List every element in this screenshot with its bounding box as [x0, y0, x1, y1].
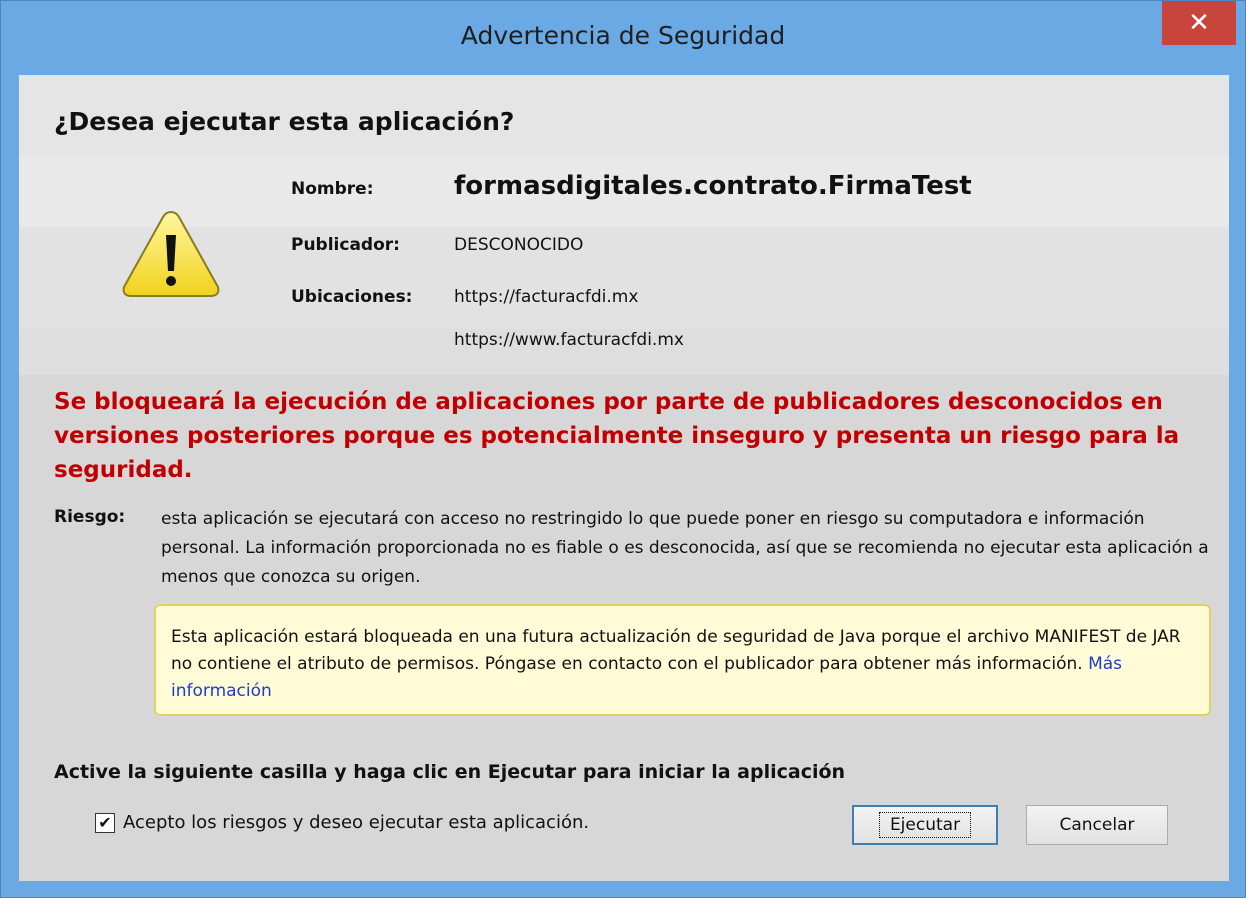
dialog-heading: ¿Desea ejecutar esta aplicación?	[54, 107, 515, 136]
checkmark-icon: ✔	[98, 813, 112, 832]
title-bar[interactable]: Advertencia de Seguridad ✕	[1, 1, 1245, 75]
accept-risks-label[interactable]: Acepto los riesgos y deseo ejecutar esta…	[123, 812, 589, 833]
dialog-body: ¿Desea ejecutar esta aplicación? Nombre:…	[19, 75, 1229, 881]
run-button[interactable]: Ejecutar	[852, 805, 998, 845]
security-warning-window: Advertencia de Seguridad ✕ ¿Desea ejecut…	[0, 0, 1246, 898]
window-title: Advertencia de Seguridad	[460, 21, 786, 50]
run-button-label: Ejecutar	[878, 812, 972, 838]
location-item: https://facturacfdi.mx	[454, 287, 639, 307]
close-icon: ✕	[1188, 8, 1210, 38]
application-name: formasdigitales.contrato.FirmaTest	[454, 171, 972, 201]
block-warning-message: Se bloqueará la ejecución de aplicacione…	[54, 389, 1180, 483]
publisher-label: Publicador:	[291, 235, 400, 255]
name-label: Nombre:	[291, 179, 374, 199]
accept-risks-checkbox[interactable]: ✔	[95, 813, 115, 833]
cancel-button[interactable]: Cancelar	[1026, 805, 1168, 845]
location-item: https://www.facturacfdi.mx	[454, 330, 684, 350]
manifest-notice-box: Esta aplicación estará bloqueada en una …	[154, 604, 1211, 716]
risk-description: esta aplicación se ejecutará con acceso …	[161, 509, 1209, 587]
risk-label: Riesgo:	[54, 507, 126, 527]
activate-instruction: Active la siguiente casilla y haga clic …	[54, 761, 846, 783]
publisher-value: DESCONOCIDO	[454, 235, 584, 255]
warning-icon	[122, 210, 220, 297]
notice-text: Esta aplicación estará bloqueada en una …	[171, 627, 1181, 674]
locations-label: Ubicaciones:	[291, 287, 413, 307]
close-button[interactable]: ✕	[1162, 1, 1236, 45]
notice-text-block: Esta aplicación estará bloqueada en una …	[171, 624, 1181, 705]
